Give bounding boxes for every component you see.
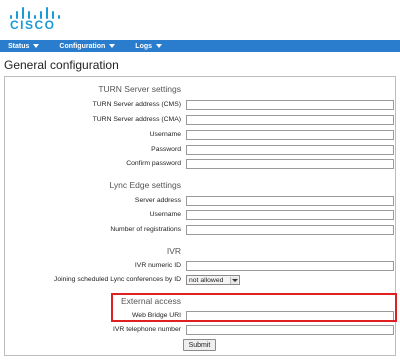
turn-cms-label: TURN Server address (CMS) (92, 101, 181, 108)
nav-configuration-label: Configuration (59, 42, 106, 50)
turn-cma-input[interactable] (186, 115, 394, 125)
section-lync-title: Lync Edge settings (109, 180, 181, 190)
config-panel: TURN Server settings TURN Server address… (4, 76, 397, 356)
lync-username-input[interactable] (186, 210, 394, 220)
joining-lync-select-value: not allowed (189, 276, 224, 284)
turn-cma-label: TURN Server address (CMA) (92, 116, 181, 123)
turn-password-label: Password (151, 146, 181, 153)
lync-server-address-label: Server address (134, 197, 181, 204)
turn-username-input[interactable] (186, 130, 394, 140)
caret-down-icon (109, 44, 116, 48)
ivr-numeric-id-label: IVR numeric ID (134, 262, 181, 269)
nav-status[interactable]: Status (8, 40, 40, 52)
nav-configuration[interactable]: Configuration (59, 40, 116, 52)
section-ivr-title: IVR (166, 246, 181, 256)
joining-lync-label: Joining scheduled Lync conferences by ID (53, 276, 181, 283)
turn-username-label: Username (149, 131, 181, 138)
lync-username-label: Username (149, 211, 181, 218)
caret-down-icon (156, 44, 163, 48)
nav-logs[interactable]: Logs (135, 40, 163, 52)
top-nav: Status Configuration Logs (0, 40, 400, 52)
lync-registrations-label: Number of registrations (110, 226, 181, 233)
submit-button[interactable]: Submit (183, 339, 216, 351)
turn-cms-input[interactable] (186, 100, 394, 110)
caret-down-icon (33, 44, 40, 48)
nav-logs-label: Logs (135, 42, 153, 50)
select-caret-icon (230, 277, 238, 284)
ivr-telephone-label: IVR telephone number (112, 326, 181, 333)
lync-registrations-input[interactable] (186, 225, 394, 235)
turn-confirm-password-input[interactable] (186, 159, 394, 169)
joining-lync-select[interactable]: not allowed (186, 275, 240, 285)
cisco-logo: CISCO (8, 4, 68, 34)
page-title: General configuration (4, 58, 119, 72)
ivr-numeric-id-input[interactable] (186, 261, 394, 271)
turn-password-input[interactable] (186, 145, 394, 155)
lync-server-address-input[interactable] (186, 196, 394, 206)
turn-confirm-password-label: Confirm password (126, 160, 181, 167)
ivr-telephone-input[interactable] (186, 325, 394, 335)
highlight-annotation (111, 293, 397, 322)
section-turn-title: TURN Server settings (98, 84, 181, 94)
nav-status-label: Status (8, 42, 30, 50)
logo-text: CISCO (10, 18, 56, 32)
